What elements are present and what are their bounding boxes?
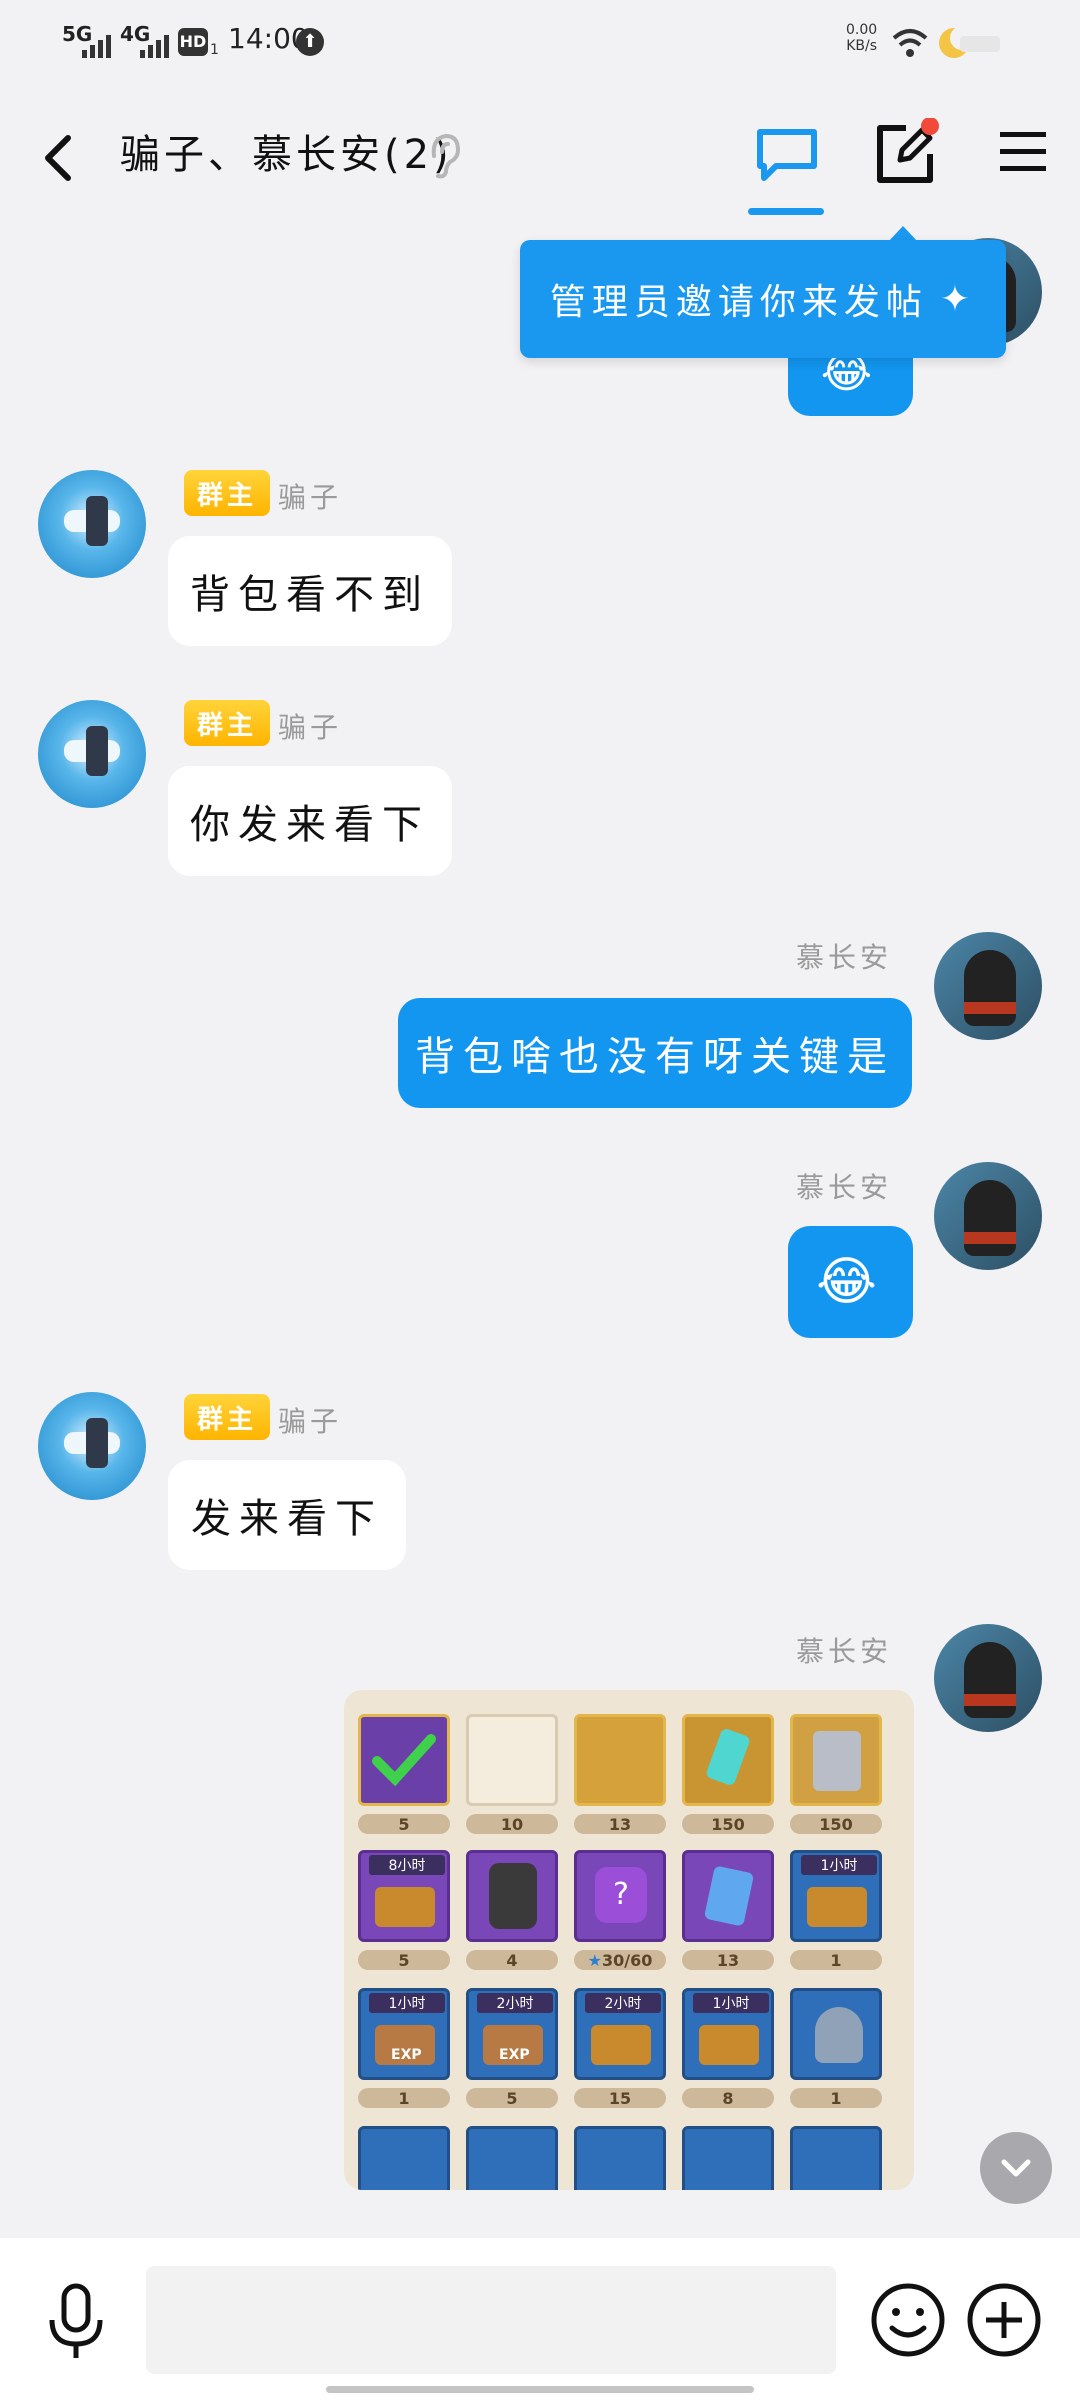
role-badge: 群主 bbox=[184, 700, 270, 746]
avatar[interactable] bbox=[934, 1162, 1042, 1270]
inventory-screenshot-image[interactable]: 5 10 13 150 150 8小时 ? 1小时 5 4 ★ 30/60 13 … bbox=[344, 1690, 914, 2190]
item-quantity: 150 bbox=[790, 1814, 882, 1834]
exp-label: EXP bbox=[499, 2047, 530, 2063]
avatar[interactable] bbox=[38, 1392, 146, 1500]
speed-unit: KB/s bbox=[846, 38, 877, 54]
active-tab-indicator bbox=[748, 208, 824, 215]
chevron-down-icon bbox=[1001, 2159, 1031, 2177]
message-bubble-text[interactable]: 发来看下 bbox=[168, 1460, 406, 1570]
home-indicator[interactable] bbox=[326, 2386, 754, 2393]
item-timer: 1小时 bbox=[369, 1993, 445, 2013]
message-bubble-text[interactable]: 背包看不到 bbox=[168, 536, 452, 646]
hamburger-menu-icon[interactable] bbox=[998, 130, 1048, 174]
item-chest: 8小时 bbox=[358, 1850, 450, 1942]
sender-name: 慕长安 bbox=[796, 1635, 893, 1668]
item-armor-piece bbox=[682, 2126, 774, 2190]
item-timer: 8小时 bbox=[369, 1855, 445, 1875]
sender-name: 慕长安 bbox=[796, 941, 893, 974]
item-progress-value: 30/60 bbox=[601, 1950, 653, 1970]
item-mystery-gem: ? bbox=[574, 1850, 666, 1942]
item-timer: 2小时 bbox=[585, 1993, 661, 2013]
compose-edit-icon[interactable] bbox=[872, 118, 942, 188]
sender-name: 慕长安 bbox=[796, 1171, 893, 1204]
message-bubble-text[interactable]: 背包啥也没有呀关键是 bbox=[398, 998, 912, 1108]
question-icon: ? bbox=[595, 1867, 647, 1923]
speed-value: 0.00 bbox=[846, 22, 878, 38]
item-armor-piece bbox=[358, 2126, 450, 2190]
role-badge: 群主 bbox=[184, 470, 270, 516]
item-quantity: 1 bbox=[790, 2088, 882, 2108]
item-quantity: 13 bbox=[574, 1814, 666, 1834]
role-badge: 群主 bbox=[184, 1394, 270, 1440]
item-armor bbox=[466, 1850, 558, 1942]
avatar[interactable] bbox=[38, 700, 146, 808]
item-armor-piece bbox=[574, 2126, 666, 2190]
item-armor-piece bbox=[790, 2126, 882, 2190]
message-bubble-emoji[interactable]: 😂 bbox=[788, 1226, 913, 1338]
item-crystal bbox=[682, 1714, 774, 1806]
item-exp-book: 1小时 EXP bbox=[358, 1988, 450, 2080]
chat-bubble-icon[interactable] bbox=[754, 126, 820, 184]
sender-name: 骗子 bbox=[278, 481, 343, 514]
item-quantity: 150 bbox=[682, 1814, 774, 1834]
smiley-icon[interactable] bbox=[868, 2280, 948, 2360]
sender-name: 骗子 bbox=[278, 711, 343, 744]
item-purple-ticket bbox=[358, 1714, 450, 1806]
message-bubble-text[interactable]: 你发来看下 bbox=[168, 766, 452, 876]
chat-title[interactable]: 骗子、慕长安(2) bbox=[120, 122, 453, 180]
item-quantity: 1 bbox=[358, 2088, 450, 2108]
item-exp-book: 2小时 EXP bbox=[466, 1988, 558, 2080]
item-quantity: 5 bbox=[466, 2088, 558, 2108]
upload-icon: ⬆ bbox=[296, 28, 324, 56]
microphone-icon[interactable] bbox=[44, 2282, 108, 2362]
scroll-to-bottom-button[interactable] bbox=[980, 2132, 1052, 2204]
avatar[interactable] bbox=[934, 932, 1042, 1040]
item-quantity: 1 bbox=[790, 1950, 882, 1970]
battery-icon bbox=[939, 26, 1000, 58]
item-quantity: 10 bbox=[466, 1814, 558, 1834]
back-chevron-left-icon[interactable] bbox=[38, 128, 78, 188]
message-input[interactable] bbox=[146, 2266, 836, 2374]
item-helmet bbox=[790, 1988, 882, 2080]
signal-icon bbox=[82, 35, 111, 58]
ear-icon[interactable] bbox=[426, 132, 462, 180]
admin-invite-popup[interactable]: 管理员邀请你来发帖 ✦ bbox=[520, 240, 1006, 358]
item-chest: 1小时 bbox=[790, 1850, 882, 1942]
network-speed: 0.00 KB/s bbox=[846, 22, 877, 54]
avatar[interactable] bbox=[934, 1624, 1042, 1732]
item-chest: 1小时 bbox=[682, 1988, 774, 2080]
wifi-icon bbox=[892, 29, 928, 57]
item-quantity: 13 bbox=[682, 1950, 774, 1970]
popup-text: 管理员邀请你来发帖 bbox=[549, 282, 928, 323]
item-progress: ★ 30/60 bbox=[574, 1950, 666, 1970]
item-armor-piece bbox=[466, 2126, 558, 2190]
item-timer: 2小时 bbox=[477, 1993, 553, 2013]
hd-sub: 1 bbox=[210, 42, 219, 58]
item-quantity: 8 bbox=[682, 2088, 774, 2108]
sparkle-icon: ✦ bbox=[939, 278, 977, 320]
checkmark-icon bbox=[372, 1734, 436, 1787]
item-quantity: 5 bbox=[358, 1950, 450, 1970]
item-tablet bbox=[790, 1714, 882, 1806]
exp-label: EXP bbox=[391, 2047, 422, 2063]
item-chest: 2小时 bbox=[574, 1988, 666, 2080]
plus-circle-icon[interactable] bbox=[964, 2280, 1044, 2360]
avatar[interactable] bbox=[38, 470, 146, 578]
item-timer: 1小时 bbox=[693, 1993, 769, 2013]
item-quantity: 5 bbox=[358, 1814, 450, 1834]
item-scroll bbox=[574, 1714, 666, 1806]
status-bar: 5G 4G HD 1 14:00 ⬆ 0.00 KB/s bbox=[0, 0, 1080, 80]
item-timer: 1小时 bbox=[801, 1855, 877, 1875]
signal-icon bbox=[140, 35, 169, 58]
hd-badge: HD bbox=[178, 28, 208, 56]
item-quantity: 4 bbox=[466, 1950, 558, 1970]
item-quantity: 15 bbox=[574, 2088, 666, 2108]
sender-name: 骗子 bbox=[278, 1405, 343, 1438]
item-blue-crystal bbox=[682, 1850, 774, 1942]
item-letters bbox=[466, 1714, 558, 1806]
star-icon: ★ bbox=[587, 1950, 602, 1970]
